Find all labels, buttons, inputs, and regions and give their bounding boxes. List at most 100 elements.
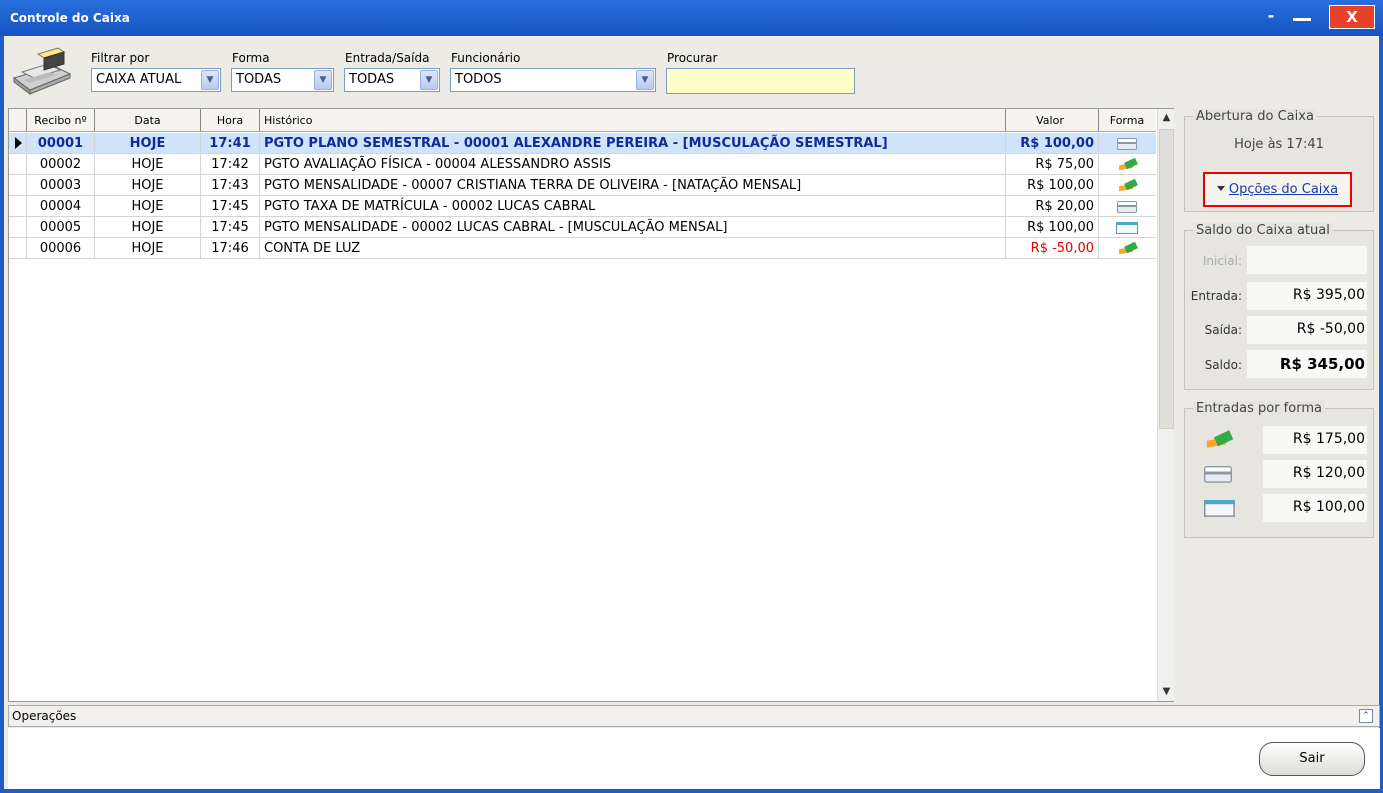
cell-forma bbox=[1099, 196, 1155, 216]
cell-valor: R$ -50,00 bbox=[1006, 238, 1099, 258]
cash-icon bbox=[1204, 430, 1224, 447]
chevron-down-icon[interactable]: ▼ bbox=[314, 70, 332, 90]
cell-forma bbox=[1099, 217, 1155, 237]
entrada-cash-value: R$ 175,00 bbox=[1263, 426, 1367, 454]
check-icon bbox=[1116, 222, 1138, 234]
forma-label: Forma bbox=[232, 51, 270, 65]
table-row[interactable]: 00005 HOJE 17:45 PGTO MENSALIDADE - 0000… bbox=[9, 217, 1156, 238]
cell-data: HOJE bbox=[95, 154, 201, 174]
entrada-saida-value: TODAS bbox=[349, 72, 395, 87]
entrada-saida-combo[interactable]: TODAS ▼ bbox=[344, 68, 440, 92]
saldo-value: R$ 345,00 bbox=[1247, 350, 1367, 378]
cell-data: HOJE bbox=[95, 196, 201, 216]
cell-valor: R$ 75,00 bbox=[1006, 154, 1099, 174]
operacoes-bar[interactable]: Operações ⌃ bbox=[8, 705, 1380, 727]
saldo-legend: Saldo do Caixa atual bbox=[1193, 223, 1333, 238]
triangle-down-icon bbox=[1216, 186, 1225, 191]
cell-valor: R$ 100,00 bbox=[1006, 175, 1099, 195]
cell-data: HOJE bbox=[95, 217, 201, 237]
scroll-up-icon[interactable]: ▲ bbox=[1158, 109, 1175, 127]
sair-button[interactable]: Sair bbox=[1259, 742, 1365, 776]
table-row[interactable]: 00002 HOJE 17:42 PGTO AVALIAÇÃO FÍSICA -… bbox=[9, 154, 1156, 175]
saldo-label: Saldo: bbox=[1204, 358, 1242, 372]
operacoes-area bbox=[8, 728, 1380, 789]
entradas-forma-legend: Entradas por forma bbox=[1193, 401, 1325, 416]
filtrar-value: CAIXA ATUAL bbox=[96, 72, 182, 87]
cell-data: HOJE bbox=[95, 238, 201, 258]
cell-forma bbox=[1099, 238, 1155, 258]
saida-value: R$ -50,00 bbox=[1247, 316, 1367, 344]
cell-data: HOJE bbox=[95, 133, 201, 153]
cell-recibo: 00004 bbox=[27, 196, 95, 216]
header-valor[interactable]: Valor bbox=[1006, 109, 1099, 131]
scroll-thumb[interactable] bbox=[1159, 129, 1174, 429]
vertical-scrollbar[interactable]: ▲ ▼ bbox=[1157, 109, 1174, 701]
header-forma[interactable]: Forma bbox=[1099, 109, 1155, 131]
cell-forma bbox=[1099, 175, 1155, 195]
header-recibo[interactable]: Recibo nº bbox=[27, 109, 95, 131]
card-icon bbox=[1204, 464, 1232, 483]
cell-hora: 17:45 bbox=[201, 217, 260, 237]
cell-valor: R$ 100,00 bbox=[1006, 133, 1099, 153]
procurar-label: Procurar bbox=[667, 51, 718, 65]
entrada-saida-label: Entrada/Saída bbox=[345, 51, 430, 65]
funcionario-combo[interactable]: TODOS ▼ bbox=[450, 68, 656, 92]
funcionario-value: TODOS bbox=[455, 72, 502, 87]
chevron-down-icon[interactable]: ▼ bbox=[420, 70, 438, 90]
close-button[interactable]: X bbox=[1329, 5, 1375, 29]
cell-historico: PGTO MENSALIDADE - 00002 LUCAS CABRAL - … bbox=[260, 217, 1006, 237]
cell-hora: 17:45 bbox=[201, 196, 260, 216]
cash-icon bbox=[1117, 243, 1137, 255]
row-indicator bbox=[9, 133, 27, 153]
cell-valor: R$ 20,00 bbox=[1006, 196, 1099, 216]
forma-combo[interactable]: TODAS ▼ bbox=[231, 68, 334, 92]
cell-hora: 17:41 bbox=[201, 133, 260, 153]
forma-value: TODAS bbox=[236, 72, 282, 87]
header-hora[interactable]: Hora bbox=[201, 109, 260, 131]
cell-recibo: 00002 bbox=[27, 154, 95, 174]
card-icon bbox=[1117, 138, 1137, 150]
search-input[interactable] bbox=[666, 68, 855, 94]
entrada-check-value: R$ 100,00 bbox=[1263, 494, 1367, 522]
table-row[interactable]: 00003 HOJE 17:43 PGTO MENSALIDADE - 0000… bbox=[9, 175, 1156, 196]
cell-recibo: 00006 bbox=[27, 238, 95, 258]
cell-historico: PGTO AVALIAÇÃO FÍSICA - 00004 ALESSANDRO… bbox=[260, 154, 1006, 174]
entrada-label: Entrada: bbox=[1190, 289, 1242, 303]
scroll-down-icon[interactable]: ▼ bbox=[1158, 683, 1175, 701]
header-indicator bbox=[9, 109, 27, 131]
cell-historico: PGTO PLANO SEMESTRAL - 00001 ALEXANDRE P… bbox=[260, 133, 1006, 153]
expand-up-icon[interactable]: ⌃ bbox=[1359, 709, 1373, 723]
row-indicator bbox=[9, 238, 27, 258]
opcoes-caixa-button[interactable]: Opções do Caixa bbox=[1203, 172, 1352, 207]
row-indicator bbox=[9, 154, 27, 174]
filtrar-combo[interactable]: CAIXA ATUAL ▼ bbox=[91, 68, 221, 92]
cell-historico: PGTO MENSALIDADE - 00007 CRISTIANA TERRA… bbox=[260, 175, 1006, 195]
cell-historico: CONTA DE LUZ bbox=[260, 238, 1006, 258]
card-icon bbox=[1117, 201, 1137, 213]
main-window: Controle do Caixa - X Filtrar por CAIXA … bbox=[0, 0, 1383, 793]
cell-hora: 17:46 bbox=[201, 238, 260, 258]
operacoes-label: Operações bbox=[12, 709, 77, 723]
table-row[interactable]: 00001 HOJE 17:41 PGTO PLANO SEMESTRAL - … bbox=[9, 133, 1156, 154]
cell-historico: PGTO TAXA DE MATRÍCULA - 00002 LUCAS CAB… bbox=[260, 196, 1006, 216]
chevron-down-icon[interactable]: ▼ bbox=[636, 70, 654, 90]
window-title: Controle do Caixa bbox=[10, 11, 130, 25]
receipts-grid[interactable]: Recibo nº Data Hora Histórico Valor Form… bbox=[8, 108, 1174, 702]
cell-hora: 17:42 bbox=[201, 154, 260, 174]
entrada-value: R$ 395,00 bbox=[1247, 282, 1367, 310]
maximize-button[interactable] bbox=[1289, 6, 1315, 26]
table-row[interactable]: 00004 HOJE 17:45 PGTO TAXA DE MATRÍCULA … bbox=[9, 196, 1156, 217]
cell-valor: R$ 100,00 bbox=[1006, 217, 1099, 237]
minimize-button[interactable]: - bbox=[1261, 6, 1281, 26]
table-row[interactable]: 00006 HOJE 17:46 CONTA DE LUZ R$ -50,00 bbox=[9, 238, 1156, 259]
grid-header: Recibo nº Data Hora Histórico Valor Form… bbox=[9, 109, 1156, 132]
chevron-down-icon[interactable]: ▼ bbox=[201, 70, 219, 90]
title-bar[interactable]: Controle do Caixa - X bbox=[0, 0, 1383, 36]
cell-recibo: 00001 bbox=[27, 133, 95, 153]
opcoes-caixa-label: Opções do Caixa bbox=[1228, 182, 1339, 197]
row-indicator bbox=[9, 217, 27, 237]
header-data[interactable]: Data bbox=[95, 109, 201, 131]
abertura-legend: Abertura do Caixa bbox=[1193, 109, 1317, 124]
cash-icon bbox=[1117, 180, 1137, 192]
header-historico[interactable]: Histórico bbox=[260, 109, 1006, 131]
